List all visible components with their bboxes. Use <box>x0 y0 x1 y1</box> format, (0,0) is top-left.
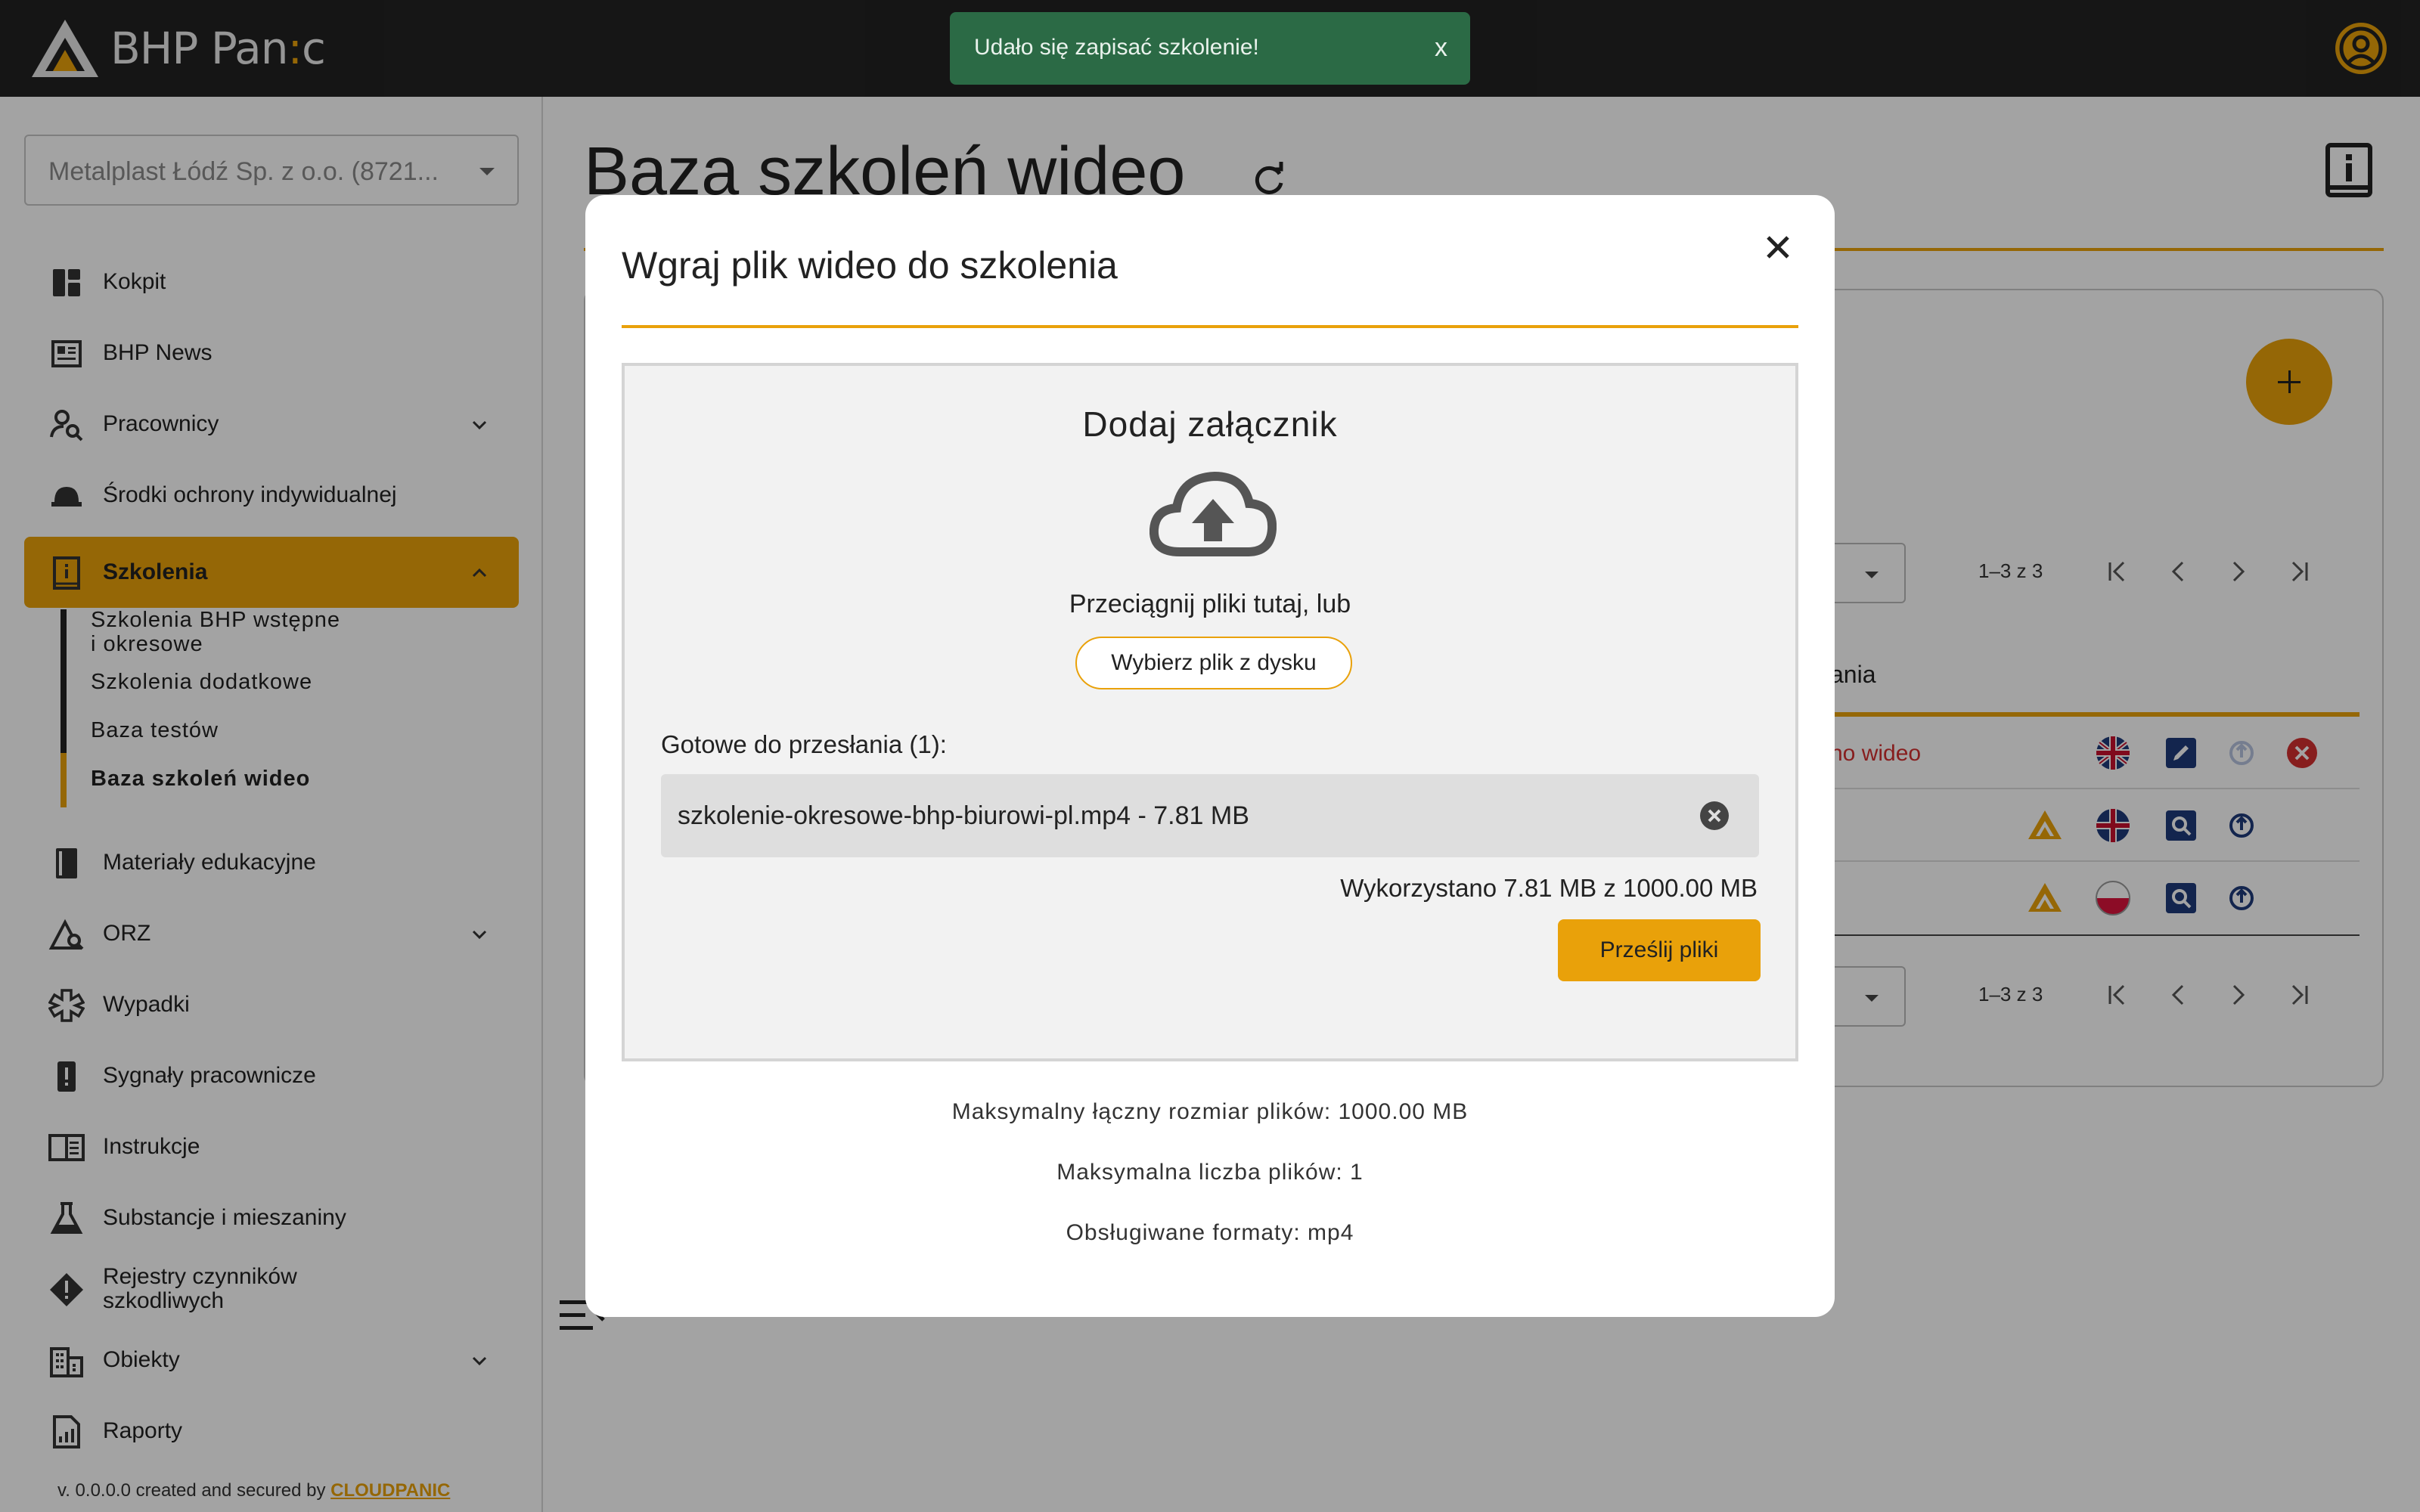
ready-to-upload-label: Gotowe do przesłania (1): <box>661 730 947 758</box>
file-dropzone[interactable]: Dodaj załącznik Przeciągnij pliki tutaj,… <box>622 363 1798 1061</box>
cloud-upload-icon <box>1150 471 1277 556</box>
dialog-divider <box>622 325 1798 328</box>
max-count-info: Maksymalna liczba plików: 1 <box>1056 1160 1364 1185</box>
close-icon[interactable] <box>1759 228 1797 266</box>
upload-video-dialog: Wgraj plik wideo do szkolenia Dodaj załą… <box>585 195 1835 1317</box>
queued-file: szkolenie-okresowe-bhp-biurowi-pl.mp4 - … <box>661 774 1759 857</box>
dialog-title: Wgraj plik wideo do szkolenia <box>622 244 1118 287</box>
dropzone-title: Dodaj załącznik <box>1082 404 1338 444</box>
success-toast: Udało się zapisać szkolenie! x <box>950 12 1470 85</box>
drag-hint: Przeciągnij pliki tutaj, lub <box>1069 590 1351 618</box>
queued-file-name: szkolenie-okresowe-bhp-biurowi-pl.mp4 - … <box>678 801 1249 830</box>
max-size-info: Maksymalny łączny rozmiar plików: 1000.0… <box>951 1099 1469 1124</box>
choose-file-button[interactable]: Wybierz plik z dysku <box>1075 637 1352 689</box>
formats-info: Obsługiwane formaty: mp4 <box>1066 1220 1354 1245</box>
remove-file-icon[interactable] <box>1699 800 1730 832</box>
upload-files-button[interactable]: Prześlij pliki <box>1558 919 1761 981</box>
storage-usage: Wykorzystano 7.81 MB z 1000.00 MB <box>1340 874 1758 902</box>
toast-close-button[interactable]: x <box>1435 33 1447 63</box>
toast-message: Udało się zapisać szkolenie! <box>974 35 1259 60</box>
